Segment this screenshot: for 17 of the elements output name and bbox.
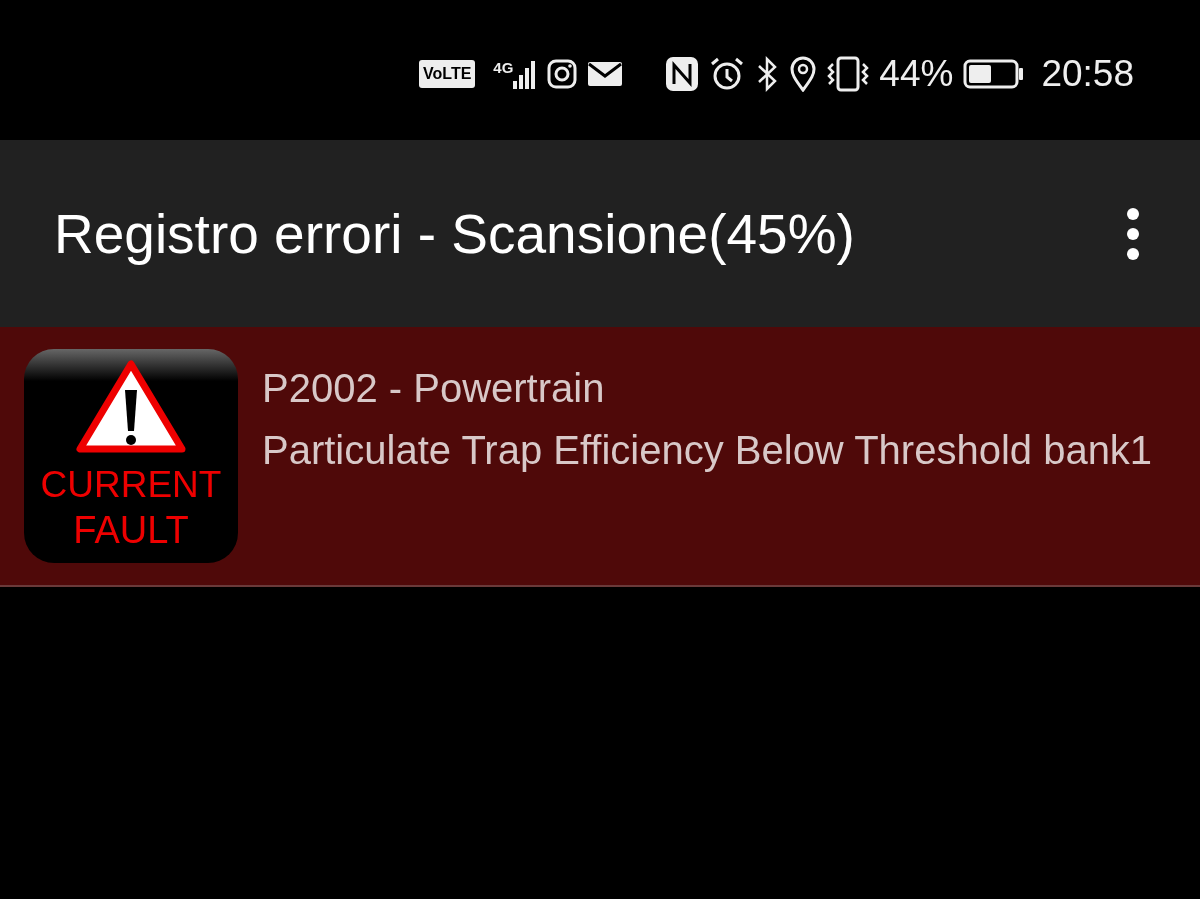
location-icon	[789, 56, 818, 92]
fault-badge-icon: CURRENT FAULT	[22, 347, 240, 565]
vibrate-icon	[827, 56, 870, 92]
mail-icon	[587, 60, 624, 88]
network-type: 4G	[493, 59, 514, 76]
fault-code: P2002 - Powertrain	[262, 365, 606, 412]
fault-row[interactable]: CURRENT FAULT P2002 - Powertrain Particulate Trap Efficiency Below Threshold bank1	[0, 327, 1200, 587]
clock: 20:58	[1041, 53, 1134, 95]
battery-icon	[963, 59, 1026, 89]
volte-badge: VoLTE	[419, 60, 476, 88]
instagram-icon	[547, 59, 578, 89]
nfc-icon	[665, 56, 700, 92]
alarm-icon	[709, 56, 746, 92]
battery-percent: 44%	[879, 53, 954, 95]
app-title: Registro errori - Scansione(45%)	[54, 201, 855, 266]
more-menu-button[interactable]	[1126, 205, 1140, 262]
fault-description: Particulate Trap Efficiency Below Threshold bank1	[262, 427, 1153, 474]
